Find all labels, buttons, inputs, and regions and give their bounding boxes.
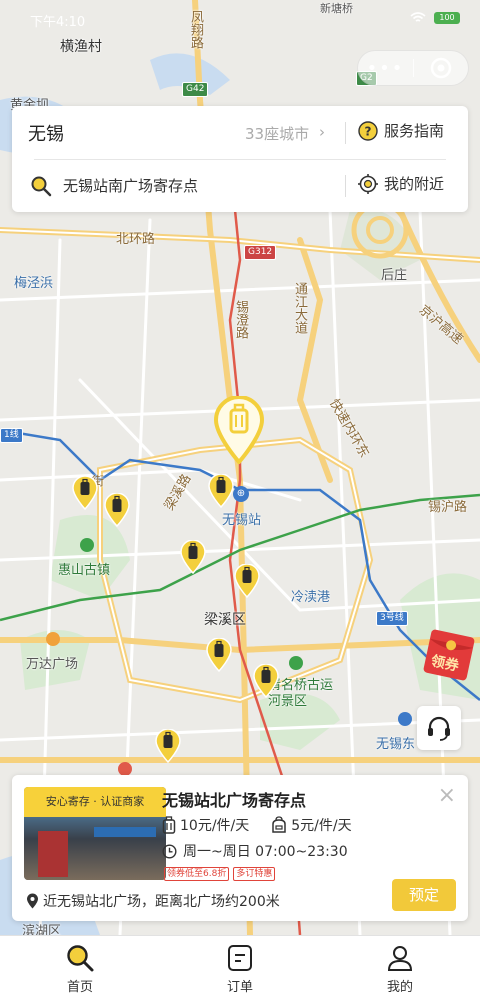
storage-pin[interactable]: [234, 564, 260, 598]
battery-icon: 100: [434, 12, 460, 24]
scenic-spot-icon: [289, 656, 303, 670]
store-photo-sign: [94, 827, 156, 837]
shopping-icon: [46, 632, 60, 646]
opening-hours: 周一~周日 07:00~23:30: [183, 844, 348, 860]
bottom-tab-bar: 首页 订单 我的: [0, 935, 480, 999]
storage-pin[interactable]: [180, 540, 206, 574]
mini-program-capsule: •••: [357, 50, 469, 86]
storage-pin[interactable]: [72, 476, 98, 510]
map-label-liangxi: 梁溪区: [204, 612, 246, 628]
map-label-station: 无锡站: [222, 513, 262, 528]
close-card-button[interactable]: ×: [438, 785, 456, 807]
hours-row: 周一~周日 07:00~23:30: [162, 841, 348, 861]
bag-icon: [272, 816, 286, 833]
customer-service-button[interactable]: [417, 706, 461, 750]
highway-shield-g42: G42: [182, 82, 209, 97]
user-icon: [387, 946, 413, 971]
promo-tag-multi: 多订特惠: [233, 867, 276, 881]
selected-storage-pin[interactable]: [213, 395, 265, 466]
promo-tags: 领券低至6.8折 多订特惠: [164, 867, 276, 881]
map-label-beihuan: 北环路: [116, 232, 156, 247]
map-label-wanda: 万达广场: [26, 657, 79, 672]
price-small: 5元/件/天: [291, 818, 352, 834]
storage-pin[interactable]: [208, 474, 234, 508]
city-selector-row: 无锡 33座城市 › ? 服务指南: [12, 106, 468, 159]
tab-home-label: 首页: [66, 980, 93, 995]
status-icons: 100: [410, 12, 460, 24]
service-guide-label: 服务指南: [384, 122, 445, 140]
more-menu-button[interactable]: •••: [358, 58, 413, 79]
tab-home[interactable]: 首页: [0, 936, 160, 999]
headset-icon: [428, 716, 450, 741]
map-label-hengyu: 横渔村: [60, 39, 102, 55]
chevron-right-icon: ›: [319, 123, 325, 141]
address-row: 近无锡站北广场，距离北广场约200米: [26, 891, 280, 911]
svg-text:?: ?: [365, 124, 372, 138]
tab-orders-label: 订单: [226, 980, 253, 995]
nearby-label: 我的附近: [384, 175, 445, 193]
storage-pin[interactable]: [206, 638, 232, 672]
highway-shield-g312: G312: [244, 245, 277, 260]
coupon-button[interactable]: 领券: [421, 627, 477, 683]
status-time: 下午4:10: [30, 15, 86, 30]
search-icon: [67, 945, 94, 972]
tab-profile[interactable]: 我的: [320, 936, 480, 999]
location-pin-icon: [27, 893, 38, 909]
metro-station-icon: [398, 712, 412, 726]
map-label-huishan: 惠山古镇: [58, 563, 111, 578]
close-mini-program-button[interactable]: [414, 57, 468, 79]
certified-badge: 安心寄存 · 认证商家: [24, 787, 166, 817]
city-count-link[interactable]: 33座城市: [245, 123, 309, 144]
clock-icon: [162, 843, 177, 859]
map-label-houzhuang: 后庄: [381, 268, 408, 283]
divider: [345, 175, 346, 197]
store-photo: 安心寄存 · 认证商家: [24, 787, 166, 880]
divider: [345, 122, 346, 144]
scenic-spot-icon: [80, 538, 94, 552]
locate-icon: [358, 173, 378, 194]
wifi-icon: [410, 12, 426, 22]
store-photo-detail: [38, 831, 68, 877]
price-row: 10元/件/天 5元/件/天: [162, 815, 374, 835]
book-button[interactable]: 预定: [392, 879, 456, 911]
storage-pin[interactable]: [104, 493, 130, 527]
status-bar: 下午4:10 100: [0, 0, 480, 38]
question-icon: ?: [358, 120, 378, 141]
store-name: 无锡站北广场寄存点: [162, 791, 307, 810]
search-icon: [31, 176, 52, 197]
storage-pin[interactable]: [155, 729, 181, 763]
promo-tag-discount: 领券低至6.8折: [164, 867, 230, 881]
tab-orders[interactable]: 订单: [160, 936, 320, 999]
map-label-binhu: 滨湖区: [22, 924, 62, 935]
service-guide-button[interactable]: ? 服务指南: [358, 120, 444, 141]
train-station-icon: ⊕: [233, 486, 249, 502]
search-input[interactable]: 无锡站南广场寄存点: [63, 175, 198, 196]
map-label-xihu: 锡沪路: [428, 500, 468, 515]
city-name[interactable]: 无锡: [28, 120, 64, 146]
nearby-button[interactable]: 我的附近: [358, 173, 444, 194]
storage-pin[interactable]: [253, 664, 279, 698]
price-large: 10元/件/天: [180, 818, 250, 834]
price-large-group: 10元/件/天: [162, 815, 249, 835]
order-icon: [228, 945, 252, 971]
metro-line-1-badge: 1线: [0, 428, 23, 443]
map-label-wuxi-east: 无锡东: [376, 737, 416, 752]
map-label-tongjiang: 通江大道: [292, 282, 307, 334]
suitcase-icon: [162, 816, 176, 834]
price-small-group: 5元/件/天: [271, 815, 352, 835]
store-address: 近无锡站北广场，距离北广场约200米: [43, 894, 280, 910]
tab-profile-label: 我的: [386, 980, 413, 995]
search-card: 无锡 33座城市 › ? 服务指南 无锡站南广场寄存点 我的附近: [12, 106, 468, 212]
store-card[interactable]: 安心寄存 · 认证商家 × 无锡站北广场寄存点 10元/件/天 5元/件/天 周…: [12, 775, 468, 921]
hospital-icon: [118, 762, 132, 776]
map-label-lingdu: 冷渎港: [291, 590, 331, 605]
close-circle-icon: [430, 57, 452, 79]
map-label-xicheng: 锡澄路: [233, 300, 248, 339]
metro-line-3-badge: 3号线: [376, 611, 408, 626]
map-label-meijingbang: 梅泾浜: [14, 276, 54, 291]
search-row[interactable]: 无锡站南广场寄存点 我的附近: [12, 160, 468, 212]
